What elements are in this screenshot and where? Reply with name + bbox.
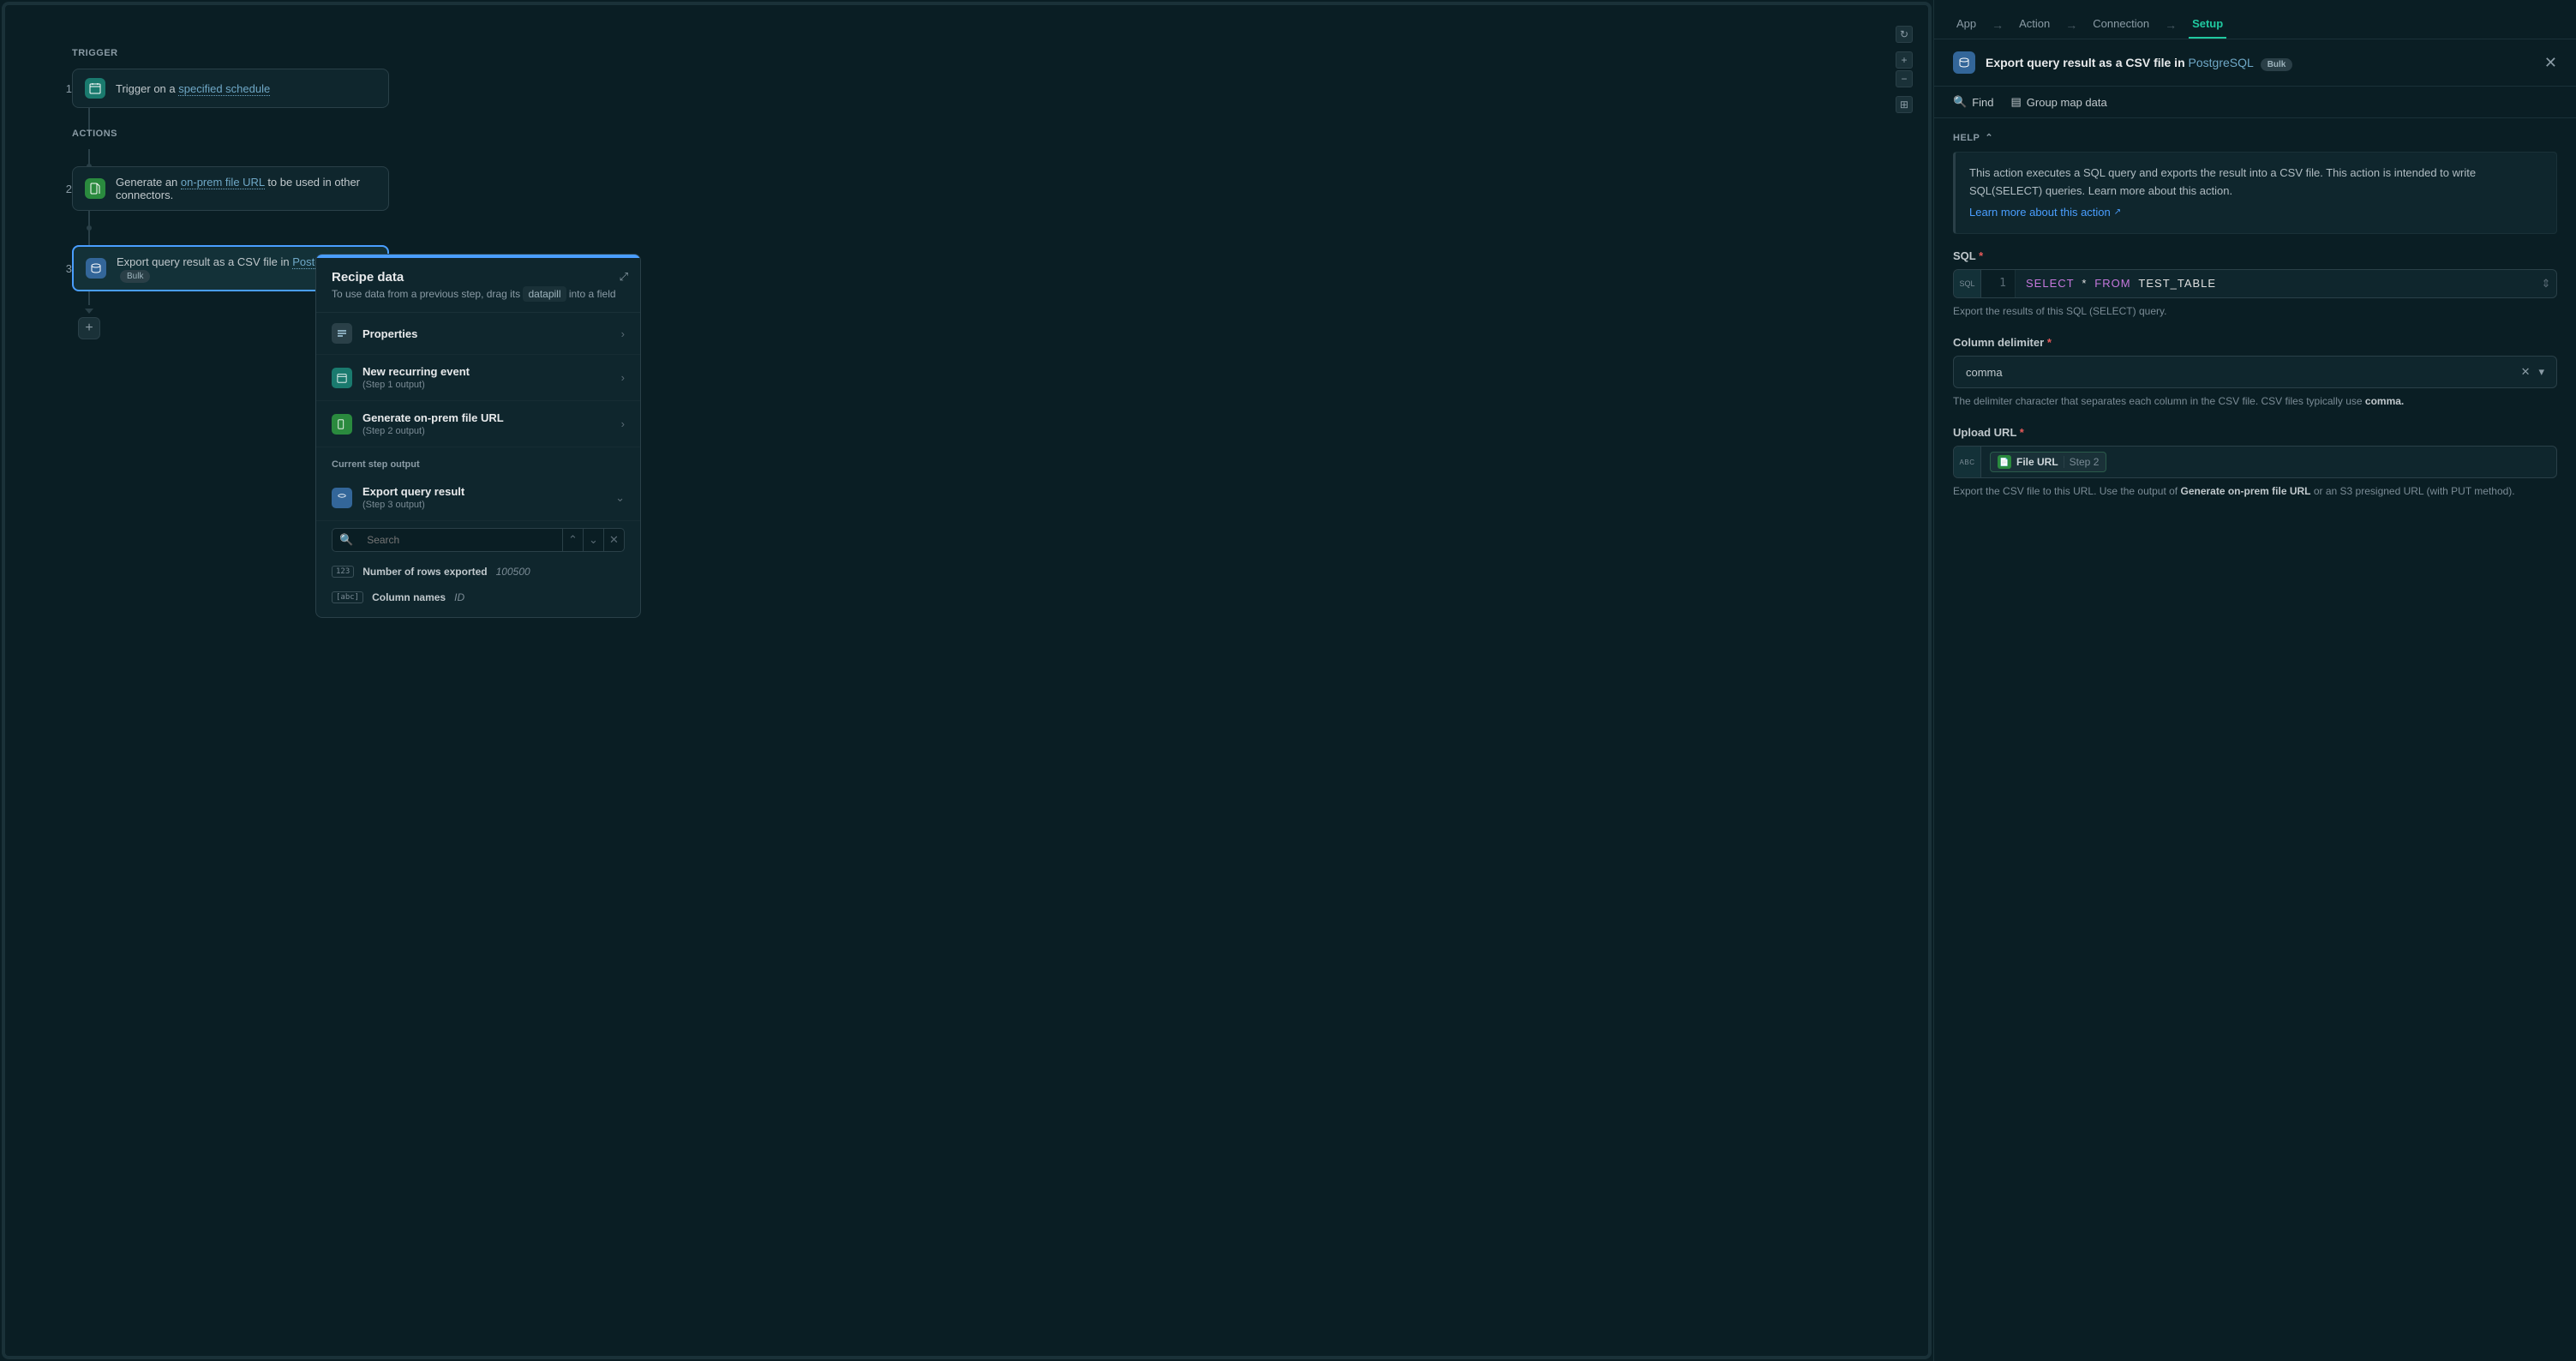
sql-help-text: Export the results of this SQL (SELECT) … [1953, 303, 2557, 319]
chevron-up-icon: ⌃ [1985, 132, 1993, 143]
sql-label: SQL * [1953, 249, 2557, 262]
search-icon: 🔍 [1953, 95, 1967, 109]
help-toggle[interactable]: HELP ⌃ [1953, 132, 2557, 143]
onprem-file-icon: 📄 [1998, 455, 2011, 469]
postgresql-icon [1953, 51, 1975, 74]
recipe-search-input[interactable] [360, 534, 562, 546]
string-type-icon: [abc] [332, 591, 363, 603]
close-button[interactable]: ✕ [2544, 54, 2557, 72]
add-step-button[interactable]: + [78, 317, 100, 339]
upload-url-help-text: Export the CSV file to this URL. Use the… [1953, 483, 2557, 499]
recipe-item-sublabel: (Step 2 output) [362, 426, 611, 436]
sql-input[interactable]: SQL 1 SELECT * FROM TEST_TABLE ⇕ [1953, 269, 2557, 298]
collapse-icon[interactable]: ⤢ [620, 270, 628, 284]
search-next-button[interactable]: ⌄ [583, 529, 603, 551]
chevron-right-icon: › [621, 417, 625, 430]
delimiter-label: Column delimiter * [1953, 336, 2557, 349]
group-icon: ▤ [2010, 95, 2021, 109]
trigger-section-label: TRIGGER [72, 48, 1928, 58]
recipe-item-label: Generate on-prem file URL [362, 411, 611, 424]
number-type-icon: 123 [332, 566, 354, 578]
arrow-right-icon: → [1992, 18, 2004, 32]
undo-button[interactable]: ↻ [1896, 26, 1913, 43]
tab-action[interactable]: Action [2016, 10, 2053, 39]
expand-icon[interactable]: ⇕ [2536, 270, 2556, 297]
schedule-icon [85, 78, 105, 99]
learn-more-link[interactable]: Learn more about this action ↗ [1969, 204, 2121, 222]
zoom-out-button[interactable]: − [1896, 70, 1913, 87]
step-text: Trigger on a specified schedule [116, 82, 270, 95]
search-clear-button[interactable]: ✕ [603, 529, 624, 551]
output-value: ID [454, 591, 464, 603]
postgresql-icon [86, 258, 106, 279]
chevron-right-icon: › [621, 327, 625, 340]
output-datapill-row[interactable]: 123 Number of rows exported 100500 [316, 559, 640, 585]
step-text: Generate an on-prem file URL to be used … [116, 176, 376, 201]
action-step-card[interactable]: Generate an on-prem file URL to be used … [72, 166, 389, 211]
bulk-badge: Bulk [2261, 58, 2293, 71]
recipe-item-step2-output[interactable]: Generate on-prem file URL (Step 2 output… [316, 401, 640, 447]
arrow-right-icon: → [2165, 18, 2177, 32]
recipe-item-sublabel: (Step 1 output) [362, 380, 611, 390]
step-number: 1 [48, 82, 72, 95]
chevron-down-icon[interactable]: ▾ [2538, 365, 2544, 379]
step-number: 2 [48, 183, 72, 195]
output-label: Number of rows exported [362, 566, 487, 578]
recipe-item-label: New recurring event [362, 365, 611, 378]
onprem-file-icon [332, 414, 352, 435]
delimiter-value: comma [1966, 366, 2521, 379]
config-panel: App → Action → Connection → Setup Export… [1933, 0, 2576, 1361]
chevron-down-icon: ⌄ [615, 491, 625, 505]
panel-title: Export query result as a CSV file in Pos… [1986, 56, 2534, 69]
fit-view-button[interactable]: ⊞ [1896, 96, 1913, 113]
recipe-search-bar: 🔍 ⌃ ⌄ ✕ [332, 528, 625, 552]
actions-section-label: ACTIONS [72, 129, 1928, 139]
tab-setup[interactable]: Setup [2189, 10, 2226, 39]
help-box: This action executes a SQL query and exp… [1953, 152, 2557, 234]
recipe-data-title: Recipe data [332, 270, 625, 285]
upload-url-input[interactable]: ABC 📄 File URL Step 2 [1953, 446, 2557, 478]
upload-url-label: Upload URL * [1953, 426, 2557, 439]
tab-app[interactable]: App [1953, 10, 1980, 39]
bulk-badge: Bulk [120, 270, 150, 283]
arrow-down-icon [85, 309, 93, 314]
output-value: 100500 [496, 566, 530, 578]
sql-mode-icon[interactable]: SQL [1954, 270, 1981, 297]
recipe-data-panel: Recipe data To use data from a previous … [315, 254, 641, 618]
recipe-item-label: Export query result [362, 485, 605, 498]
find-button[interactable]: 🔍 Find [1953, 95, 1993, 109]
chevron-right-icon: › [621, 371, 625, 384]
file-url-datapill[interactable]: 📄 File URL Step 2 [1990, 452, 2106, 472]
sql-code-editor[interactable]: SELECT * FROM TEST_TABLE [2016, 270, 2536, 297]
sql-line-number: 1 [1981, 270, 2016, 297]
arrow-right-icon: → [2065, 18, 2077, 32]
output-label: Column names [372, 591, 446, 603]
current-step-output-label: Current step output [316, 447, 640, 475]
properties-icon [332, 323, 352, 344]
postgresql-icon [332, 488, 352, 508]
external-link-icon: ↗ [2114, 206, 2121, 219]
output-datapill-row[interactable]: [abc] Column names ID [316, 585, 640, 617]
schedule-icon [332, 368, 352, 388]
group-map-data-button[interactable]: ▤ Group map data [2010, 95, 2106, 109]
trigger-step-card[interactable]: Trigger on a specified schedule [72, 69, 389, 108]
tab-connection[interactable]: Connection [2089, 10, 2153, 39]
recipe-item-label: Properties [362, 327, 611, 340]
delimiter-help-text: The delimiter character that separates e… [1953, 393, 2557, 409]
recipe-data-subtitle: To use data from a previous step, drag i… [332, 288, 625, 300]
onprem-file-icon [85, 178, 105, 199]
search-prev-button[interactable]: ⌃ [562, 529, 583, 551]
search-icon: 🔍 [332, 533, 360, 547]
text-mode-icon[interactable]: ABC [1954, 447, 1981, 477]
recipe-item-properties[interactable]: Properties › [316, 313, 640, 355]
recipe-item-current-output[interactable]: Export query result (Step 3 output) ⌄ [316, 475, 640, 521]
delimiter-select[interactable]: comma ✕ ▾ [1953, 356, 2557, 388]
step-number: 3 [48, 262, 72, 275]
recipe-item-trigger-output[interactable]: New recurring event (Step 1 output) › [316, 355, 640, 401]
clear-button[interactable]: ✕ [2521, 365, 2531, 379]
recipe-canvas[interactable]: TRIGGER 1 Trigger on a specified schedul… [2, 2, 1932, 1359]
zoom-in-button[interactable]: + [1896, 51, 1913, 69]
recipe-item-sublabel: (Step 3 output) [362, 500, 605, 510]
